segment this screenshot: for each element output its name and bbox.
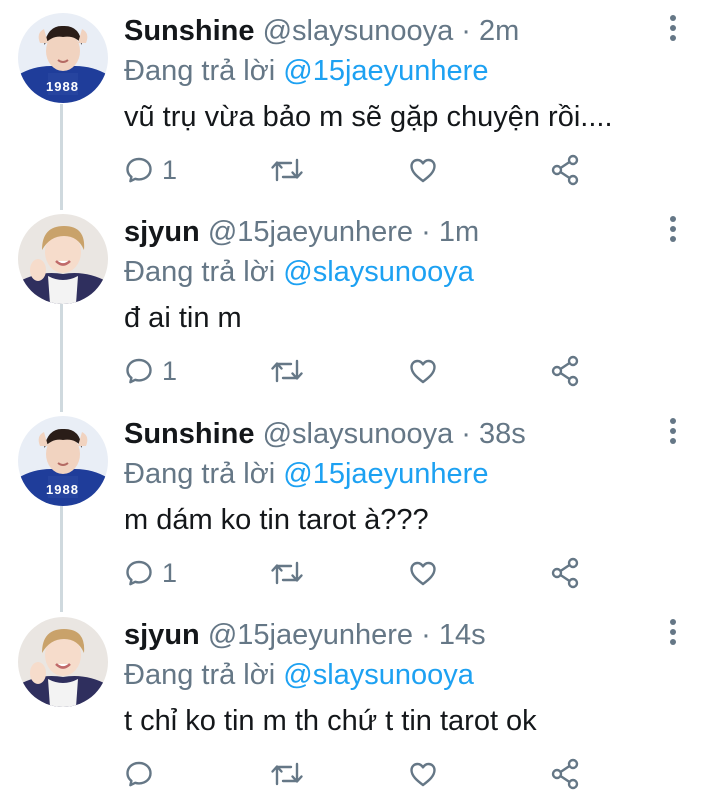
share-button[interactable] [550,754,580,794]
avatar-jersey-text: 1988 [46,79,79,94]
retweet-button[interactable] [270,754,304,794]
retweet-icon [271,158,303,182]
reply-icon [126,560,152,586]
replying-to: Đang trả lời @slaysunooya [124,657,474,693]
retweet-icon [271,359,303,383]
reply-button[interactable]: 1 [124,150,177,190]
tweet-actions: 1 [124,150,594,190]
heart-icon [410,359,436,384]
mention-link[interactable]: @slaysunooya [283,256,474,288]
timestamp[interactable]: 2m [479,15,519,47]
heart-icon [410,762,436,787]
handle[interactable]: @15jaeyunhere [208,619,413,651]
tweet[interactable]: sjyun @15jaeyunhere · 1m Đang trả lời @s… [0,201,720,401]
more-options-icon[interactable] [662,15,684,47]
display-name[interactable]: Sunshine [124,418,255,450]
replying-prefix: Đang trả lời [124,458,276,490]
separator: · [421,619,431,651]
more-options-icon[interactable] [662,216,684,248]
separator: · [421,216,431,248]
tweet-text: đ ai tin m [124,302,242,334]
tweet-header: sjyun @15jaeyunhere · 1m [124,214,479,250]
replying-to: Đang trả lời @slaysunooya [124,254,474,290]
handle[interactable]: @slaysunooya [263,418,454,450]
separator: · [461,15,471,47]
timestamp[interactable]: 38s [479,418,526,450]
share-icon [551,557,579,589]
share-button[interactable] [550,150,580,190]
share-icon [551,154,579,186]
heart-icon [410,158,436,183]
replying-prefix: Đang trả lời [124,659,276,691]
reply-icon [126,157,152,183]
tweet[interactable]: 1988 Sunshine @slaysunooya · 38s Đang tr… [0,403,720,603]
replying-to: Đang trả lời @15jaeyunhere [124,456,488,492]
tweet[interactable]: 1988 Sunshine @slaysunooya · 2m Đang trả… [0,0,720,200]
share-icon [551,758,579,790]
retweet-button[interactable] [270,553,304,593]
tweet-actions [124,754,594,794]
avatar-sjyun [18,617,108,707]
reply-button[interactable] [124,754,162,794]
reply-button[interactable]: 1 [124,553,177,593]
more-options-icon[interactable] [662,418,684,450]
avatar[interactable] [18,617,108,707]
retweet-button[interactable] [270,351,304,391]
heart-icon [410,561,436,586]
like-button[interactable] [408,150,438,190]
like-button[interactable] [408,754,438,794]
avatar[interactable]: 1988 [18,13,108,103]
reply-count: 1 [162,557,178,588]
reply-icon [126,761,152,787]
timestamp[interactable]: 1m [439,216,479,248]
avatar[interactable]: 1988 [18,416,108,506]
tweet-actions: 1 [124,553,594,593]
share-button[interactable] [550,351,580,391]
retweet-icon [271,561,303,585]
like-button[interactable] [408,351,438,391]
avatar[interactable] [18,214,108,304]
reply-count: 1 [162,355,178,386]
retweet-icon [271,762,303,786]
display-name[interactable]: Sunshine [124,15,255,47]
share-icon [551,355,579,387]
mention-link[interactable]: @15jaeyunhere [283,55,488,87]
tweet-header: sjyun @15jaeyunhere · 14s [124,617,486,653]
reply-icon [126,358,152,384]
retweet-button[interactable] [270,150,304,190]
like-button[interactable] [408,553,438,593]
reply-button[interactable]: 1 [124,351,177,391]
reply-count: 1 [162,154,178,185]
mention-link[interactable]: @15jaeyunhere [283,458,488,490]
separator: · [461,418,471,450]
more-options-icon[interactable] [662,619,684,651]
tweet-header: Sunshine @slaysunooya · 38s [124,416,526,452]
share-button[interactable] [550,553,580,593]
tweet-text: t chỉ ko tin m th chứ t tin tarot ok [124,705,537,737]
display-name[interactable]: sjyun [124,216,200,248]
tweet-header: Sunshine @slaysunooya · 2m [124,13,519,49]
tweet-text: vũ trụ vừa bảo m sẽ gặp chuyện rồi.... [124,101,613,133]
replying-prefix: Đang trả lời [124,55,276,87]
replying-prefix: Đang trả lời [124,256,276,288]
replying-to: Đang trả lời @15jaeyunhere [124,53,488,89]
tweet-actions: 1 [124,351,594,391]
avatar-sjyun [18,214,108,304]
tweet[interactable]: sjyun @15jaeyunhere · 14s Đang trả lời @… [0,604,720,804]
avatar-jersey-text: 1988 [46,482,79,497]
display-name[interactable]: sjyun [124,619,200,651]
handle[interactable]: @slaysunooya [263,15,454,47]
mention-link[interactable]: @slaysunooya [283,659,474,691]
timestamp[interactable]: 14s [439,619,486,651]
handle[interactable]: @15jaeyunhere [208,216,413,248]
tweet-text: m dám ko tin tarot à??? [124,504,429,536]
